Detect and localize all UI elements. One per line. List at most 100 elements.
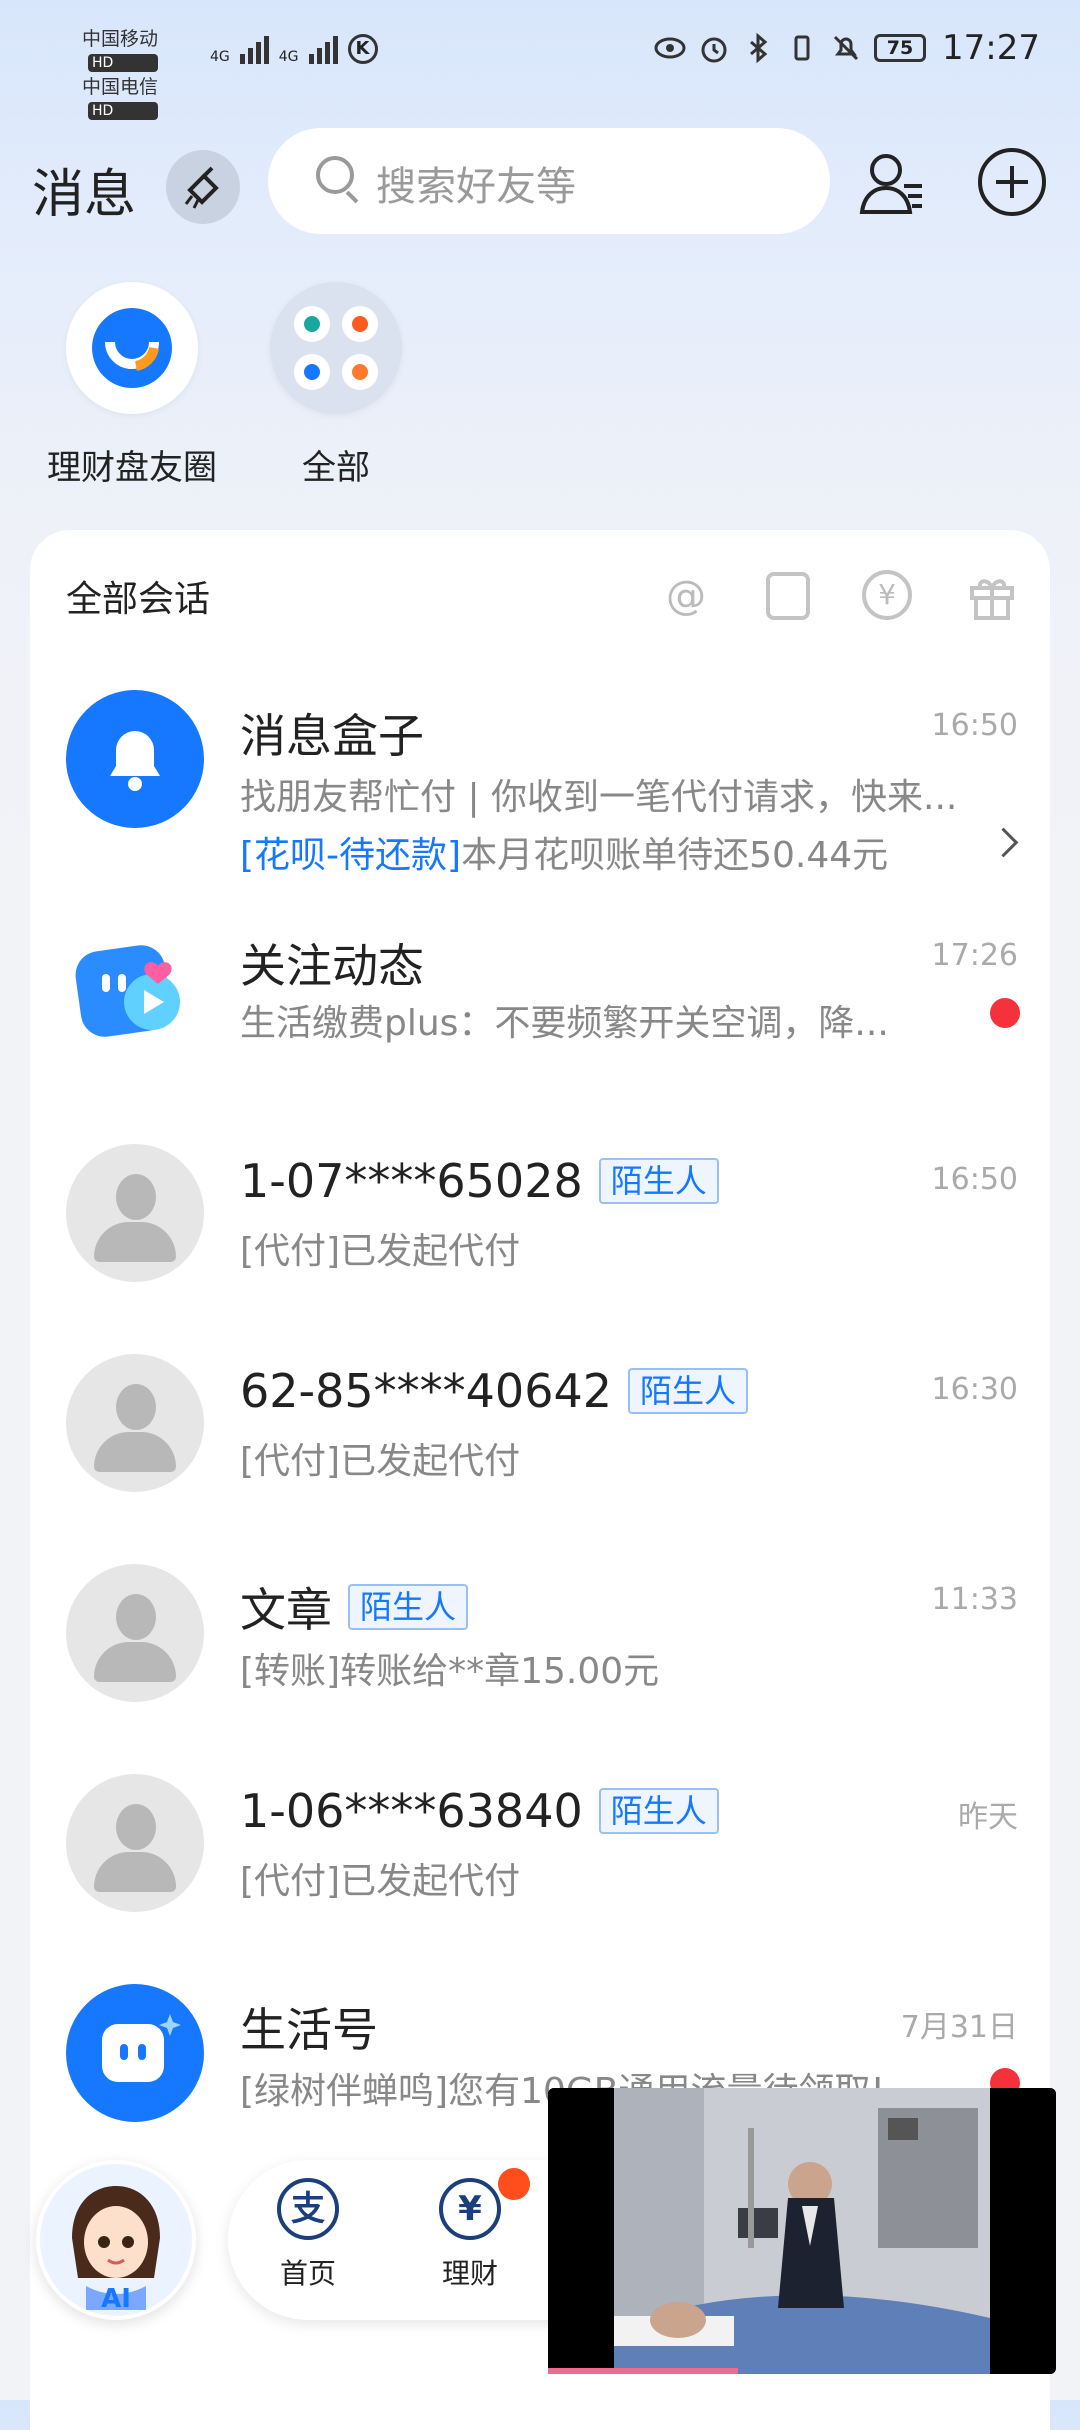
chat-bubble-icon xyxy=(102,2014,181,2082)
stranger-badge: 陌生人 xyxy=(598,1788,719,1834)
stranger-badge: 陌生人 xyxy=(598,1158,719,1204)
ai-label: AI xyxy=(101,2284,131,2314)
conversation-row[interactable]: 62-85****40642 陌生人 16:30 [代付]已发起代付 xyxy=(30,1324,1050,1534)
mute-bell-icon xyxy=(833,35,859,61)
net-type-2: 4G xyxy=(278,49,299,65)
bell-icon xyxy=(110,731,160,791)
shortcut-label: 全部 xyxy=(302,448,370,488)
hd-badge-1: HD xyxy=(88,54,159,72)
conversation-time: 16:50 xyxy=(931,1162,1018,1197)
gift-filter-button[interactable] xyxy=(964,570,1020,622)
shortcut-label: 理财盘友圈 xyxy=(47,448,217,488)
at-icon: @ xyxy=(666,573,706,619)
huabei-text: 本月花呗账单待还50.44元 xyxy=(461,835,889,876)
eye-icon xyxy=(654,37,686,59)
conversation-row[interactable]: 关注动态 17:26 生活缴费plus：不要频繁开关空调，降... xyxy=(30,902,1050,1112)
stranger-badge: 陌生人 xyxy=(348,1584,469,1630)
conversation-name: 62-85****40642 陌生人 xyxy=(240,1364,749,1418)
conversation-name: 1-07****65028 陌生人 xyxy=(240,1154,719,1208)
conversation-row[interactable]: 文章 陌生人 11:33 [转账]转账给**章15.00元 xyxy=(30,1534,1050,1744)
header: 消息 搜索好友等 xyxy=(0,128,1080,238)
add-button[interactable] xyxy=(978,148,1046,216)
shortcut-licai-circle[interactable]: 理财盘友圈 xyxy=(22,282,242,489)
conversation-name: 1-06****63840 陌生人 xyxy=(240,1784,719,1838)
conversation-name: 文章 陌生人 xyxy=(240,1574,469,1640)
signal-indicators: 4G 4G K xyxy=(210,34,378,64)
huabei-notice[interactable]: [花呗-待还款]本月花呗账单待还50.44元 xyxy=(240,826,888,878)
broom-icon xyxy=(184,166,219,209)
pip-video-player[interactable] xyxy=(548,2088,1056,2374)
video-progress-bar xyxy=(548,2368,738,2374)
gift-icon xyxy=(970,579,1014,620)
contacts-button[interactable] xyxy=(856,146,928,218)
status-right: 75 17:27 xyxy=(654,28,1040,68)
conversation-name: 关注动态 xyxy=(240,939,424,993)
conversation-name: 消息盒子 xyxy=(240,709,424,763)
tab-wealth[interactable]: ¥ 理财 xyxy=(400,2168,540,2292)
search-placeholder: 搜索好友等 xyxy=(376,164,576,210)
video-frame xyxy=(548,2088,1056,2374)
chevron-right-icon[interactable] xyxy=(988,827,1019,858)
follow-feed-icon xyxy=(75,945,180,1037)
status-bar: 中国移动 HD 中国电信 HD 4G 4G K 75 17:27 xyxy=(0,0,1080,120)
section-title: 全部会话 xyxy=(66,579,211,620)
tab-label: 理财 xyxy=(441,2257,498,2290)
conversation-preview: [转账]转账给**章15.00元 xyxy=(240,1651,660,1692)
app-grid-icon xyxy=(294,306,378,390)
mention-filter-button[interactable]: @ xyxy=(658,570,714,622)
shortcut-all[interactable]: 全部 xyxy=(226,282,446,489)
conversation-time: 16:50 xyxy=(931,708,1018,743)
search-icon xyxy=(316,156,354,194)
carrier-info: 中国移动 HD 中国电信 HD xyxy=(82,24,159,120)
yen-tab-icon: ¥ xyxy=(439,2178,501,2240)
conversation-time: 17:26 xyxy=(931,938,1018,973)
battery-icon: 75 xyxy=(874,34,927,62)
card-filter-button[interactable] xyxy=(760,570,816,622)
conversation-row[interactable]: 消息盒子 16:50 找朋友帮忙付 | 你收到一笔代付请求，快来... [花呗-… xyxy=(30,660,1050,900)
signal-2-icon xyxy=(308,34,338,64)
conversation-row[interactable]: 1-07****65028 陌生人 16:50 [代付]已发起代付 xyxy=(30,1114,1050,1324)
conversation-time: 11:33 xyxy=(931,1582,1018,1617)
default-avatar-icon xyxy=(66,1144,204,1282)
vibrate-icon xyxy=(794,35,810,61)
card-icon xyxy=(766,572,810,620)
yen-icon: ¥ xyxy=(862,570,912,620)
unread-dot xyxy=(990,998,1020,1028)
page-title: 消息 xyxy=(32,165,137,225)
net-type-1: 4G xyxy=(210,49,230,65)
conversation-time: 16:30 xyxy=(931,1372,1018,1407)
signal-1-icon xyxy=(239,34,269,64)
alipay-icon: 支 xyxy=(277,2178,339,2240)
conversation-preview: [代付]已发起代付 xyxy=(240,1231,521,1272)
huabei-tag: [花呗-待还款] xyxy=(240,835,462,876)
ai-assistant-button[interactable]: AI xyxy=(36,2160,196,2320)
tab-label: 首页 xyxy=(279,2257,336,2290)
clock: 17:27 xyxy=(942,28,1040,68)
conversation-time: 7月31日 xyxy=(900,2010,1018,2045)
conversation-preview: [代付]已发起代付 xyxy=(240,1441,521,1482)
notification-dot xyxy=(498,2168,530,2200)
conversation-name: 生活号 xyxy=(240,2003,378,2057)
stranger-badge: 陌生人 xyxy=(628,1368,749,1414)
filter-bar: @ ¥ xyxy=(658,570,1020,622)
carrier-1: 中国移动 xyxy=(82,28,159,50)
hd-badge-2: HD xyxy=(88,102,159,120)
conversation-time: 昨天 xyxy=(958,1800,1018,1835)
conversation-preview: 生活缴费plus：不要频繁开关空调，降... xyxy=(240,1003,889,1044)
licai-circle-logo xyxy=(66,282,198,414)
money-filter-button[interactable]: ¥ xyxy=(862,570,918,622)
conversation-row[interactable]: 1-06****63840 陌生人 昨天 [代付]已发起代付 xyxy=(30,1744,1050,1954)
tab-home[interactable]: 支 首页 xyxy=(238,2178,378,2292)
conversation-preview: [代付]已发起代付 xyxy=(240,1861,521,1902)
alarm-icon xyxy=(701,37,727,63)
follow-feed-avatar xyxy=(66,922,204,1060)
default-avatar-icon xyxy=(66,1564,204,1702)
smile-logo-icon xyxy=(92,308,172,388)
default-avatar-icon xyxy=(66,1354,204,1492)
clear-unread-button[interactable] xyxy=(166,150,240,224)
life-account-avatar xyxy=(66,1984,204,2122)
search-bar[interactable]: 搜索好友等 xyxy=(268,128,830,234)
conversation-preview: 找朋友帮忙付 | 你收到一笔代付请求，快来... xyxy=(240,777,958,818)
carrier-2: 中国电信 xyxy=(82,76,159,98)
default-avatar-icon xyxy=(66,1774,204,1912)
